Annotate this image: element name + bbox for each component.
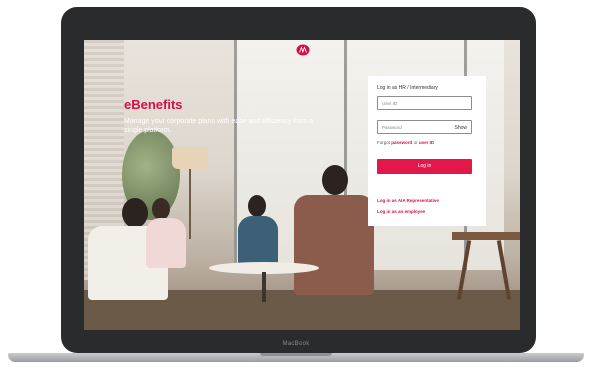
- user-id-field[interactable]: User ID: [377, 96, 472, 110]
- forgot-or: or: [413, 140, 418, 145]
- laptop-screen: eBenefits Manage your corporate plans wi…: [84, 40, 520, 330]
- login-employee-link[interactable]: Log in as an employee: [377, 209, 425, 214]
- window-frame: [234, 40, 237, 270]
- laptop-notch: [260, 353, 332, 356]
- lamp-pole: [189, 169, 191, 239]
- side-table: [452, 232, 520, 240]
- forgot-credentials: Forgot password or user ID: [377, 140, 434, 145]
- login-button-label: Log in: [417, 163, 432, 169]
- laptop-brand-label: MacBook: [282, 341, 310, 347]
- password-field[interactable]: Password Show: [377, 120, 472, 134]
- lamp-shade: [172, 147, 208, 169]
- login-aia-representative-link[interactable]: Log in as AIA Representative: [377, 198, 439, 203]
- forgot-password-link[interactable]: password: [391, 140, 412, 145]
- show-password-button[interactable]: Show: [454, 125, 467, 131]
- login-card: Log in as HR / Intermediary User ID Pass…: [368, 76, 486, 226]
- table-leg: [262, 272, 266, 302]
- aia-logo-icon[interactable]: [296, 44, 310, 56]
- page-subtitle: Manage your corporate plans with ease an…: [124, 118, 313, 134]
- password-placeholder: Password: [382, 125, 402, 130]
- user-id-placeholder: User ID: [382, 101, 398, 106]
- page-title: eBenefits: [124, 97, 183, 112]
- login-button[interactable]: Log in: [377, 159, 472, 174]
- forgot-prefix: Forgot: [377, 140, 391, 145]
- login-heading: Log in as HR / Intermediary: [377, 85, 438, 91]
- forgot-user-id-link[interactable]: user ID: [419, 140, 434, 145]
